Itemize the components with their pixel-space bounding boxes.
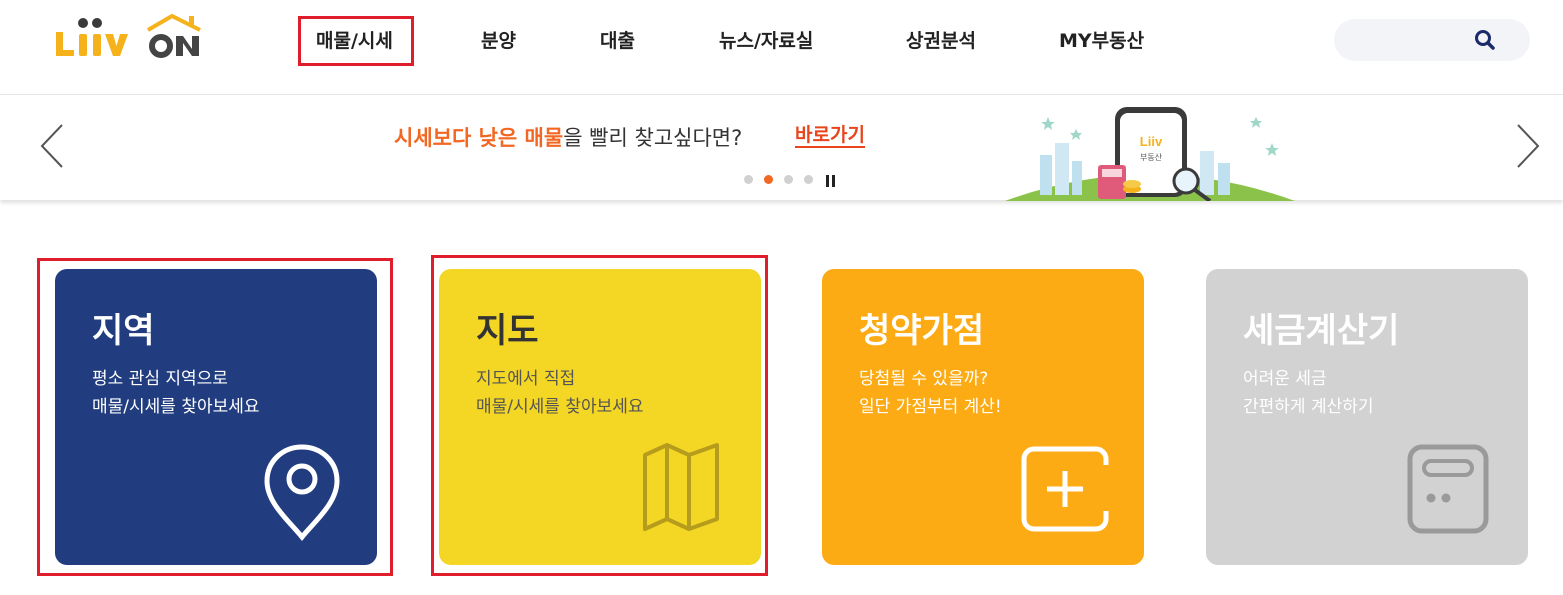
svg-text:부동산: 부동산	[1140, 152, 1163, 162]
svg-text:Liiv: Liiv	[1140, 134, 1163, 149]
next-slide-arrow-icon[interactable]	[1512, 123, 1542, 169]
card-highlight-box	[37, 258, 393, 576]
nav-item-commercial-analysis[interactable]: 상권분석	[906, 26, 976, 56]
search-input[interactable]	[1334, 19, 1530, 61]
nav-item-loan[interactable]: 대출	[600, 26, 635, 56]
banner-message-rest: 을 빨리 찾고싶다면?	[563, 126, 743, 150]
card-desc-line: 어려운 세금	[1243, 369, 1327, 389]
slide-dot[interactable]	[804, 175, 813, 184]
card-highlight-box	[431, 255, 768, 576]
slide-dot-active[interactable]	[764, 175, 773, 184]
banner-highlight-text: 시세보다 낮은 매물	[394, 126, 564, 150]
banner-illustration: Liiv 부동산	[1005, 107, 1295, 201]
liiv-on-logo[interactable]	[52, 12, 212, 62]
top-header: 매물/시세 분양 대출 뉴스/자료실 상권분석 MY부동산	[0, 0, 1563, 94]
calculator-icon	[1407, 444, 1489, 534]
banner-go-link[interactable]: 바로가기	[795, 124, 865, 148]
slide-dot[interactable]	[784, 175, 793, 184]
search-icon[interactable]	[1474, 29, 1496, 51]
card-title: 청약가점	[859, 311, 985, 351]
banner-message: 시세보다 낮은 매물을 빨리 찾고싶다면?	[394, 122, 742, 152]
nav-item-listings[interactable]: 매물/시세	[316, 26, 393, 56]
card-title: 세금계산기	[1243, 311, 1400, 351]
card-description: 당첨될 수 있을까? 일단 가점부터 계산!	[859, 365, 1002, 421]
nav-item-my-realestate[interactable]: MY부동산	[1059, 26, 1144, 56]
nav-item-news[interactable]: 뉴스/자료실	[719, 26, 813, 56]
card-desc-line: 일단 가점부터 계산!	[859, 397, 1002, 417]
card-desc-line: 간편하게 계산하기	[1243, 397, 1374, 417]
promo-banner: 시세보다 낮은 매물을 빨리 찾고싶다면? 바로가기 Liiv 부동산	[0, 94, 1563, 201]
pause-icon[interactable]	[826, 175, 836, 187]
card-subscription-points[interactable]: 청약가점 당첨될 수 있을까? 일단 가점부터 계산!	[822, 269, 1144, 565]
slide-dot[interactable]	[744, 175, 753, 184]
card-desc-line: 당첨될 수 있을까?	[859, 369, 989, 389]
plus-calculator-icon	[1021, 446, 1110, 532]
card-description: 어려운 세금 간편하게 계산하기	[1243, 365, 1374, 421]
nav-item-presale[interactable]: 분양	[481, 26, 516, 56]
prev-slide-arrow-icon[interactable]	[38, 123, 68, 169]
card-tax-calculator[interactable]: 세금계산기 어려운 세금 간편하게 계산하기	[1206, 269, 1528, 565]
